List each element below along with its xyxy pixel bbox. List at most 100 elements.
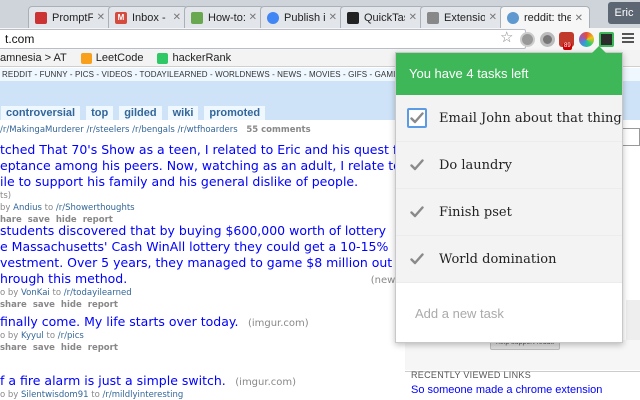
author-link[interactable]: Kyyul — [21, 331, 44, 341]
tab-top[interactable]: top — [85, 105, 114, 120]
author-link[interactable]: Andius — [13, 203, 42, 213]
tab-close-icon[interactable]: ✕ — [97, 12, 105, 23]
hide-button[interactable]: hide — [61, 300, 82, 310]
browser-toolbar: t.com ☆ 89 — [0, 28, 640, 50]
author-link[interactable]: Silentwisdom91 — [21, 390, 89, 400]
post: finally come. My life starts over today.… — [0, 314, 309, 354]
tab-gilded[interactable]: gilded — [118, 105, 162, 120]
hackerrank-icon — [157, 53, 168, 64]
tagline-to: to — [89, 390, 103, 400]
post-title[interactable]: tched That 70's Show as a teen, I relate… — [0, 142, 410, 158]
task-item[interactable]: Do laundry — [396, 142, 622, 189]
post: tched That 70's Show as a teen, I relate… — [0, 142, 410, 226]
tab-label: Publish in — [284, 12, 325, 24]
add-task-input[interactable]: Add a new task — [396, 283, 622, 343]
quicktask-extension-icon[interactable] — [599, 32, 614, 47]
popup-arrow — [592, 46, 606, 53]
browser-tab[interactable]: Extension ✕ — [420, 6, 504, 28]
post-score: ts) — [0, 190, 410, 202]
save-button[interactable]: save — [33, 343, 55, 353]
browser-tab[interactable]: M Inbox - m ✕ — [108, 6, 188, 28]
tab-promoted[interactable]: promoted — [203, 105, 266, 120]
author-link[interactable]: VonKai — [21, 288, 50, 298]
tab-label: reddit: the — [524, 12, 571, 24]
tab-label: How-to: M — [208, 12, 245, 24]
extension-icon[interactable] — [520, 32, 535, 47]
sidebar-scroll — [626, 300, 640, 340]
report-button[interactable]: report — [88, 300, 118, 310]
browser-tab-active[interactable]: reddit: the ✕ — [500, 6, 590, 28]
subreddit-link[interactable]: /r/mildlyinteresting — [102, 390, 183, 400]
browser-tab[interactable]: PromptFil ✕ — [28, 6, 112, 28]
subreddit-link[interactable]: /r/pics — [58, 331, 84, 341]
share-button[interactable]: share — [0, 343, 27, 353]
post-domain[interactable]: (imgur.com) — [248, 318, 309, 329]
post-title[interactable]: ile to support his family and his genera… — [0, 174, 410, 190]
task-label: Finish pset — [439, 205, 512, 220]
address-bar[interactable]: t.com — [0, 29, 526, 49]
post-tagline: /r/MakingaMurderer /r/steelers /r/bengal… — [0, 124, 311, 136]
tab-close-icon[interactable]: ✕ — [249, 12, 257, 23]
color-picker-icon[interactable] — [579, 32, 594, 47]
post-title[interactable]: finally come. My life starts over today. — [0, 314, 238, 329]
post-tagline: o by Silentwisdom91 to /r/mildlyinterest… — [0, 389, 296, 400]
gmail-favicon-icon: M — [115, 12, 127, 24]
tab-label: Extension — [444, 12, 485, 24]
extension-badge: 89 — [563, 43, 572, 50]
bookmark-leetcode[interactable]: LeetCode — [81, 52, 144, 64]
bookmark-hackerrank[interactable]: hackerRank — [157, 52, 231, 64]
crosspost-subreddits[interactable]: /r/MakingaMurderer /r/steelers /r/bengal… — [0, 125, 238, 135]
howto-favicon-icon — [191, 12, 203, 24]
post-tagline: o by Kyyul to /r/pics — [0, 330, 309, 342]
promptfile-favicon-icon — [35, 12, 47, 24]
tagline-to: to — [44, 331, 58, 341]
share-button[interactable]: share — [0, 300, 27, 310]
checkmark-icon[interactable] — [407, 155, 427, 175]
save-button[interactable]: save — [33, 300, 55, 310]
task-item[interactable]: Email John about that thing — [396, 95, 622, 142]
tab-close-icon[interactable]: ✕ — [575, 13, 583, 24]
subreddit-link[interactable]: /r/todayilearned — [64, 288, 132, 298]
tab-label: PromptFil — [52, 12, 93, 24]
star-icon[interactable]: ☆ — [500, 29, 513, 47]
hide-button[interactable]: hide — [61, 343, 82, 353]
checkmark-icon[interactable] — [407, 202, 427, 222]
bookmark-amnesia[interactable]: amnesia > AT — [0, 52, 67, 64]
extension-icon[interactable] — [540, 32, 555, 47]
tab-strip: PromptFil ✕ M Inbox - m ✕ How-to: M ✕ Pu… — [0, 0, 640, 28]
profile-button[interactable]: Eric — [608, 2, 640, 24]
tab-close-icon[interactable]: ✕ — [173, 12, 181, 23]
tagline-prefix: o by — [0, 390, 21, 400]
post-title[interactable]: hrough this method. — [0, 271, 127, 286]
checkmark-icon[interactable] — [407, 249, 427, 269]
post-domain[interactable]: (imgur.com) — [235, 377, 296, 388]
tab-wiki[interactable]: wiki — [167, 105, 200, 120]
recently-viewed-link[interactable]: So someone made a chrome extension — [411, 384, 602, 396]
search-icon[interactable] — [622, 128, 640, 146]
recently-viewed-title: RECENTLY VIEWED LINKS — [411, 370, 531, 380]
popup-header: You have 4 tasks left — [396, 53, 622, 95]
tagline-to: to — [50, 288, 64, 298]
menu-icon[interactable] — [621, 31, 635, 45]
browser-tab[interactable]: How-to: M ✕ — [184, 6, 264, 28]
browser-tab[interactable]: QuickTask ✕ — [340, 6, 424, 28]
tab-close-icon[interactable]: ✕ — [489, 12, 497, 23]
browser-tab[interactable]: Publish in ✕ — [260, 6, 344, 28]
post: /r/MakingaMurderer /r/steelers /r/bengal… — [0, 124, 311, 136]
task-item[interactable]: World domination — [396, 236, 622, 283]
post-tagline: by Andius to /r/Showerthoughts — [0, 202, 410, 214]
tab-close-icon[interactable]: ✕ — [329, 12, 337, 23]
tab-close-icon[interactable]: ✕ — [409, 12, 417, 23]
post-title[interactable]: f a fire alarm is just a simple switch. — [0, 373, 226, 388]
tagline-to: to — [42, 203, 56, 213]
report-button[interactable]: report — [88, 343, 118, 353]
subreddit-link[interactable]: /r/Showerthoughts — [56, 203, 135, 213]
task-label: Email John about that thing — [439, 111, 622, 126]
comments-link[interactable]: 55 comments — [246, 125, 310, 135]
chrome-favicon-icon — [267, 12, 279, 24]
reddit-favicon-icon — [507, 12, 519, 24]
task-item[interactable]: Finish pset — [396, 189, 622, 236]
post-title[interactable]: eptance among his peers. Now, watching a… — [0, 158, 410, 174]
tab-controversial[interactable]: controversial — [0, 105, 81, 120]
checkmark-icon[interactable] — [407, 108, 427, 128]
